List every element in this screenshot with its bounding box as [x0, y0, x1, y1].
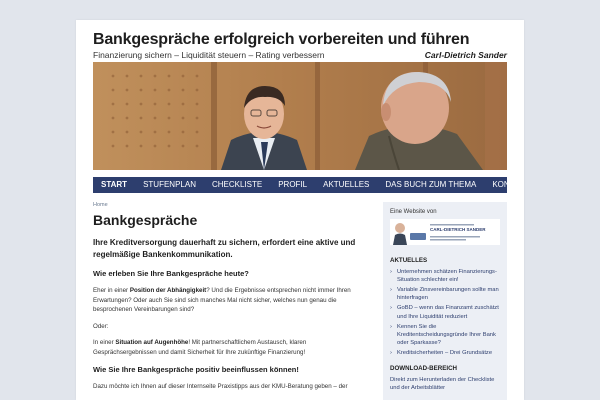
paragraph-3: In einer Situation auf Augenhöhe! Mit pa…: [93, 338, 363, 357]
nav-item-buch[interactable]: Das Buch zum Thema: [377, 177, 484, 193]
bullet-icon: ›: [390, 287, 392, 294]
aktuelles-link-2-text: Variable Zinsvereinbarungen sollte man h…: [397, 287, 499, 302]
nav-item-kontakt[interactable]: Kontakt: [484, 177, 524, 193]
site-title[interactable]: Bankgespräche erfolgreich vorbereiten un…: [93, 31, 469, 49]
download-heading: Download-Bereich: [390, 365, 458, 373]
header-photo: [93, 62, 507, 170]
aktuelles-heading: Aktuelles: [390, 257, 428, 264]
aktuelles-link-5-text: Kreditsicherheiten – Drei Grundsätze: [397, 349, 493, 356]
author-banner-name: CARL-DIETRICH SANDER: [430, 227, 486, 232]
section-heading-1: Wie erleben Sie Ihre Bankgespräche heute…: [93, 269, 249, 278]
aktuelles-link-4-text: Kennen Sie die Kreditentscheidungsgründe…: [397, 323, 496, 346]
nav-item-stufenplan[interactable]: Stufenplan: [135, 177, 204, 193]
page-title: Bankgespräche: [93, 212, 198, 228]
website-label: Eine Website von: [390, 209, 437, 215]
main-content: Home Bankgespräche Ihre Kreditversorgung…: [93, 202, 363, 398]
nav-item-aktuelles[interactable]: Aktuelles: [315, 177, 377, 193]
aktuelles-link-1-text: Unternehmen schätzen Finanzierungs-Situa…: [397, 269, 497, 284]
aktuelles-link-4[interactable]: › Kennen Sie die Kreditentscheidungsgründ…: [390, 323, 500, 347]
main-navigation: Start Stufenplan Checkliste Profil Aktue…: [93, 177, 524, 193]
site-tagline: Finanzierung sichern – Liquidität steuer…: [93, 50, 325, 60]
aktuelles-link-5[interactable]: › Kreditsicherheiten – Drei Grundsätze: [390, 349, 500, 357]
paragraph-3-bold: Situation auf Augenhöhe: [115, 339, 189, 347]
paragraph-1-pre: Eher in einer: [93, 287, 130, 294]
paragraph-2: Oder:: [93, 322, 109, 330]
breadcrumb[interactable]: Home: [93, 202, 363, 208]
bullet-icon: ›: [390, 305, 392, 312]
author-banner-image: [390, 219, 500, 245]
aktuelles-link-2[interactable]: › Variable Zinsvereinbarungen sollte man …: [390, 286, 500, 302]
lead-paragraph: Ihre Kreditversorgung dauerhaft zu siche…: [93, 238, 356, 259]
nav-item-start[interactable]: Start: [93, 177, 135, 193]
aktuelles-link-3-text: GoBD – wenn das Finanzamt zuschätzt und …: [397, 305, 499, 320]
author-name: Carl-Dietrich Sander: [424, 50, 507, 60]
author-banner[interactable]: CARL-DIETRICH SANDER: [390, 219, 500, 245]
aktuelles-link-3[interactable]: › GoBD – wenn das Finanzamt zuschätzt und…: [390, 304, 500, 320]
aktuelles-list: › Unternehmen schätzen Finanzierungs-Situ…: [390, 268, 500, 357]
page-container: Bankgespräche erfolgreich vorbereiten un…: [76, 20, 524, 400]
paragraph-1: Eher in einer Position der Abhängigkeit?…: [93, 286, 363, 315]
nav-item-checkliste[interactable]: Checkliste: [204, 177, 270, 193]
paragraph-4: Dazu möchte ich Ihnen auf dieser Interns…: [93, 382, 348, 390]
bullet-icon: ›: [390, 269, 392, 275]
sidebar: Eine Website von CARL-DIETRICH SANDER Ak…: [383, 202, 507, 400]
aktuelles-link-1[interactable]: › Unternehmen schätzen Finanzierungs-Situ…: [390, 268, 500, 284]
bullet-icon: ›: [390, 323, 392, 330]
nav-item-profil[interactable]: Profil: [270, 177, 315, 193]
download-link[interactable]: Direkt zum Herunterladen der Checkliste …: [390, 376, 500, 392]
bullet-icon: ›: [390, 349, 392, 356]
paragraph-3-pre: In einer: [93, 339, 116, 347]
section-heading-2: Wie Sie Ihre Bankgespräche positiv beein…: [93, 364, 299, 374]
header-photo-illustration: [93, 62, 507, 170]
paragraph-1-bold: Position der Abhängigkeit: [129, 287, 207, 294]
